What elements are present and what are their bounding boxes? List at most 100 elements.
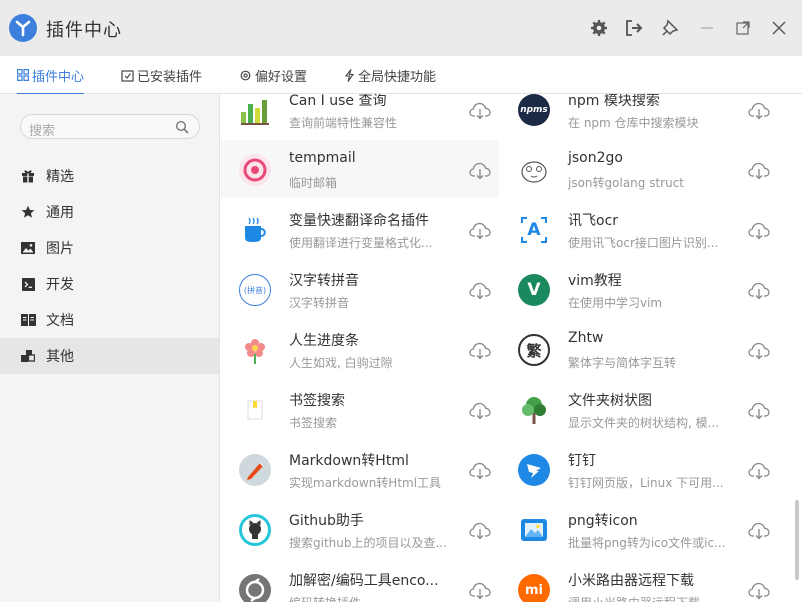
- plugin-card[interactable]: (拼音) 汉字转拼音 汉字转拼音: [221, 260, 499, 318]
- bar-chart-icon: [239, 94, 271, 126]
- plugin-description: 繁体字与简体字互转: [568, 356, 677, 370]
- sidebar-item-label: 文档: [46, 313, 74, 329]
- search-input[interactable]: 搜索: [20, 114, 200, 139]
- cloud-download-icon[interactable]: [469, 582, 491, 600]
- cloud-download-icon[interactable]: [748, 462, 770, 480]
- sidebar-item-docs[interactable]: 文档: [0, 302, 219, 338]
- plugin-card[interactable]: 文件夹树状图 显示文件夹的树状结构, 模...: [500, 380, 778, 438]
- traditional-char-icon: 繁: [518, 334, 550, 366]
- terminal-icon: [20, 276, 36, 292]
- tab-global-shortcuts[interactable]: 全局快捷功能: [344, 56, 436, 94]
- logout-icon[interactable]: [622, 16, 646, 40]
- cloud-download-icon[interactable]: [469, 282, 491, 300]
- title-bar: 插件中心: [0, 0, 802, 56]
- ocr-icon: A: [518, 214, 550, 246]
- sidebar-item-label: 图片: [46, 241, 74, 257]
- plugin-description: 临时邮箱: [289, 176, 338, 190]
- sidebar-item-general[interactable]: 通用: [0, 194, 219, 230]
- sidebar-item-images[interactable]: 图片: [0, 230, 219, 266]
- plugin-description: 在 npm 仓库中搜索模块: [568, 116, 699, 130]
- plugin-card[interactable]: 繁 Zhtw 繁体字与简体字互转: [500, 320, 778, 378]
- bookmark-icon: [239, 394, 271, 426]
- plugin-card[interactable]: 变量快速翻译命名插件 使用翻译进行变量格式化...: [221, 200, 499, 258]
- cloud-download-icon[interactable]: [469, 522, 491, 540]
- picture-icon: [518, 514, 550, 546]
- cloud-download-icon[interactable]: [748, 342, 770, 360]
- search-icon[interactable]: [175, 119, 189, 138]
- cloud-download-icon[interactable]: [748, 522, 770, 540]
- tab-installed-plugins[interactable]: 已安装插件: [121, 56, 202, 94]
- plugin-card[interactable]: json2go json转golang struct: [500, 140, 778, 198]
- plugin-card[interactable]: 人生进度条 人生如戏, 白驹过隙: [221, 320, 499, 378]
- plugin-name: 变量快速翻译命名插件: [289, 213, 429, 229]
- star-icon: [20, 204, 36, 220]
- tab-label: 已安装插件: [137, 69, 203, 85]
- tab-label: 插件中心: [32, 69, 85, 85]
- cloud-download-icon[interactable]: [469, 402, 491, 420]
- cloud-download-icon[interactable]: [469, 462, 491, 480]
- plugin-description: 查询前端特性兼容性: [289, 116, 398, 130]
- cloud-download-icon[interactable]: [748, 222, 770, 240]
- book-icon: [20, 312, 36, 328]
- cloud-download-icon[interactable]: [748, 102, 770, 120]
- lightning-icon: [344, 68, 355, 82]
- maximize-icon[interactable]: [731, 16, 755, 40]
- plugin-description: 编码转换插件: [289, 594, 469, 602]
- plugin-card[interactable]: Can I use 查询 查询前端特性兼容性: [221, 94, 499, 138]
- plugin-card[interactable]: 钉钉 钉钉网页版，Linux 下可用...: [500, 440, 778, 498]
- plugin-name: vim教程: [568, 273, 622, 289]
- tab-plugin-center[interactable]: 插件中心: [17, 56, 85, 95]
- app-logo-icon: [9, 14, 37, 42]
- plugin-card[interactable]: npms npm 模块搜索 在 npm 仓库中搜索模块: [500, 94, 778, 138]
- plugin-name: 文件夹树状图: [568, 393, 652, 409]
- cloud-download-icon[interactable]: [469, 162, 491, 180]
- search-placeholder: 搜索: [29, 124, 56, 139]
- cloud-download-icon[interactable]: [469, 222, 491, 240]
- plugin-card[interactable]: A 讯飞ocr 使用讯飞ocr接口图片识别...: [500, 200, 778, 258]
- image-icon: [20, 240, 36, 256]
- plugin-name: 加解密/编码工具enco...: [289, 573, 439, 589]
- plugin-description: 使用翻译进行变量格式化...: [289, 236, 433, 250]
- sidebar-item-other[interactable]: 其他: [0, 338, 219, 374]
- plugin-name: Markdown转Html: [289, 453, 409, 469]
- app-title: 插件中心: [46, 20, 122, 41]
- plugin-card[interactable]: png转icon 批量将png转为ico文件或ic...: [500, 500, 778, 558]
- plugin-description: 钉钉网页版，Linux 下可用...: [568, 476, 724, 490]
- minimize-icon[interactable]: [695, 16, 719, 40]
- plugin-name: tempmail: [289, 150, 356, 166]
- checklist-icon: [121, 69, 134, 82]
- plugin-list: Can I use 查询 查询前端特性兼容性 npms npm 模块搜索 在 n…: [221, 94, 802, 602]
- cloud-download-icon[interactable]: [748, 402, 770, 420]
- vim-icon: V: [518, 274, 550, 306]
- close-icon[interactable]: [767, 16, 791, 40]
- cloud-download-icon[interactable]: [748, 282, 770, 300]
- pin-icon[interactable]: [658, 16, 682, 40]
- plugin-name: json2go: [568, 150, 623, 166]
- cloud-download-icon[interactable]: [748, 162, 770, 180]
- plugin-description: 使用讯飞ocr接口图片识别...: [568, 236, 719, 250]
- scrollbar[interactable]: [795, 500, 799, 580]
- sidebar-item-develop[interactable]: 开发: [0, 266, 219, 302]
- mail-icon: [239, 154, 271, 186]
- plugin-card[interactable]: mi 小米路由器远程下载 调用小米路由器远程下载: [500, 560, 778, 602]
- cloud-download-icon[interactable]: [469, 102, 491, 120]
- tab-bar: 插件中心 已安装插件 偏好设置 全局快捷功能: [0, 56, 802, 95]
- settings-gear-icon[interactable]: [587, 16, 611, 40]
- plugin-card[interactable]: Github助手 搜索github上的项目以及查...: [221, 500, 499, 558]
- plugin-card[interactable]: V vim教程 在使用中学习vim: [500, 260, 778, 318]
- blocks-icon: [20, 348, 36, 364]
- sidebar-item-featured[interactable]: 精选: [0, 158, 219, 194]
- grid-icon: [17, 69, 29, 81]
- cloud-download-icon[interactable]: [748, 582, 770, 600]
- github-icon: [239, 514, 271, 546]
- plugin-name: npm 模块搜索: [568, 94, 660, 109]
- plugin-card[interactable]: Markdown转Html 实现markdown转Html工具: [221, 440, 499, 498]
- plugin-description: 调用小米路由器远程下载: [568, 594, 748, 602]
- tab-preferences[interactable]: 偏好设置: [239, 56, 307, 94]
- dingtalk-icon: [518, 454, 550, 486]
- pen-icon: [239, 454, 271, 486]
- plugin-card[interactable]: 书签搜索 书签搜索: [221, 380, 499, 438]
- plugin-card[interactable]: tempmail 临时邮箱: [221, 140, 499, 198]
- cloud-download-icon[interactable]: [469, 342, 491, 360]
- plugin-card[interactable]: 加解密/编码工具enco... 编码转换插件: [221, 560, 499, 602]
